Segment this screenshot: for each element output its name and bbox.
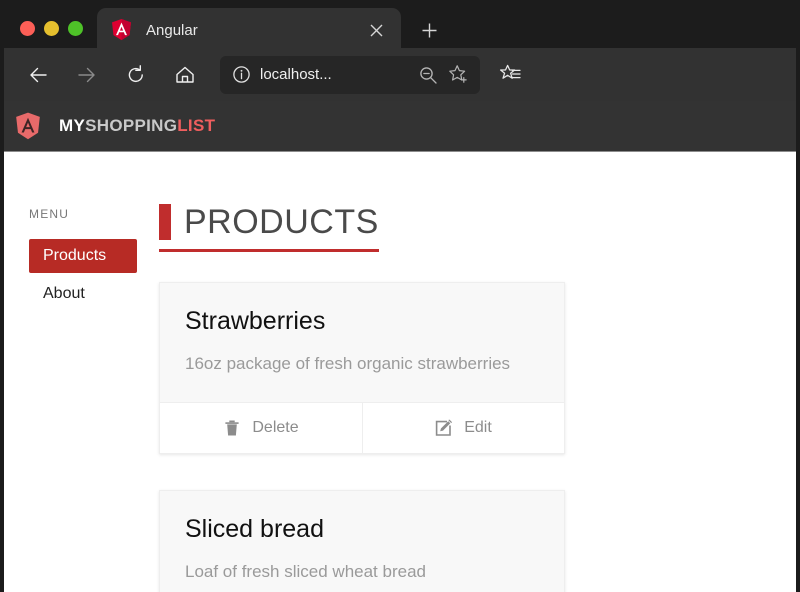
home-icon <box>176 66 194 83</box>
reading-list-star-icon <box>499 64 521 79</box>
trash-icon <box>225 420 239 436</box>
tab-strip: Angular <box>4 4 800 52</box>
edit-button[interactable]: Edit <box>362 402 564 453</box>
browser-window: Angular localhost... MY SHOPPING LIST ME… <box>0 0 800 592</box>
sidebar: MENU Products About <box>4 152 154 592</box>
close-window-button[interactable] <box>20 21 35 36</box>
product-description: 16oz package of fresh organic strawberri… <box>185 354 511 373</box>
back-arrow-icon <box>30 67 47 82</box>
app-brand: MY SHOPPING LIST <box>59 116 215 136</box>
tab-title: Angular <box>146 21 198 39</box>
product-card-body: Sliced bread Loaf of fresh sliced wheat … <box>160 491 564 592</box>
angular-shield-icon <box>16 112 40 139</box>
url-bar[interactable]: localhost... <box>220 55 480 94</box>
url-text[interactable]: localhost... <box>260 66 413 83</box>
product-name: Sliced bread <box>185 514 324 543</box>
brand-part-my: MY <box>59 116 86 135</box>
product-card-actions: Delete Edit <box>160 401 564 453</box>
page-title: PRODUCTS <box>159 204 379 240</box>
home-button[interactable] <box>165 55 205 95</box>
page-title-wrap: PRODUCTS <box>159 204 379 252</box>
info-circle-icon[interactable] <box>230 64 252 86</box>
angular-logo-icon <box>112 19 131 41</box>
sidebar-menu-label: MENU <box>29 207 70 221</box>
back-button[interactable] <box>18 55 58 95</box>
reload-icon <box>128 64 143 82</box>
product-name: Strawberries <box>185 307 326 335</box>
sidebar-item-about[interactable]: About <box>29 277 137 311</box>
maximize-window-button[interactable] <box>68 21 83 36</box>
product-description: Loaf of fresh sliced wheat bread <box>185 561 426 581</box>
product-card: Strawberries 16oz package of fresh organ… <box>159 282 565 454</box>
reload-button[interactable] <box>116 55 156 95</box>
sidebar-item-products[interactable]: Products <box>29 239 137 273</box>
new-tab-button[interactable] <box>411 12 447 48</box>
delete-button-label: Delete <box>252 418 299 436</box>
app-header: MY SHOPPING LIST <box>4 101 796 152</box>
delete-button[interactable]: Delete <box>160 402 362 453</box>
browser-tab-angular[interactable]: Angular <box>97 8 401 52</box>
zoom-out-icon[interactable] <box>413 60 443 90</box>
brand-part-list: LIST <box>177 116 216 135</box>
reading-list-button[interactable] <box>490 55 530 95</box>
pencil-square-icon <box>436 419 453 436</box>
page-viewport: MY SHOPPING LIST MENU Products About PRO… <box>4 101 796 592</box>
close-tab-icon[interactable] <box>363 17 389 43</box>
main-content: PRODUCTS Strawberries 16oz package of fr… <box>154 152 796 592</box>
product-card-list: Strawberries 16oz package of fresh organ… <box>159 282 796 592</box>
product-card: Sliced bread Loaf of fresh sliced wheat … <box>159 489 565 592</box>
star-add-icon[interactable] <box>443 60 473 90</box>
minimize-window-button[interactable] <box>44 21 59 36</box>
toolbar-right-actions <box>490 55 530 95</box>
brand-part-shopping: SHOPPING <box>85 116 178 135</box>
product-card-body: Strawberries 16oz package of fresh organ… <box>160 283 564 402</box>
edit-button-label: Edit <box>464 418 492 436</box>
forward-button[interactable] <box>67 55 107 95</box>
plus-icon <box>422 23 436 37</box>
page-body: MENU Products About PRODUCTS Strawberrie… <box>4 152 796 592</box>
navigation-toolbar: localhost... <box>4 48 796 101</box>
title-accent-bar <box>159 204 171 240</box>
page-title-text: PRODUCTS <box>184 203 379 241</box>
forward-arrow-icon <box>78 67 95 82</box>
